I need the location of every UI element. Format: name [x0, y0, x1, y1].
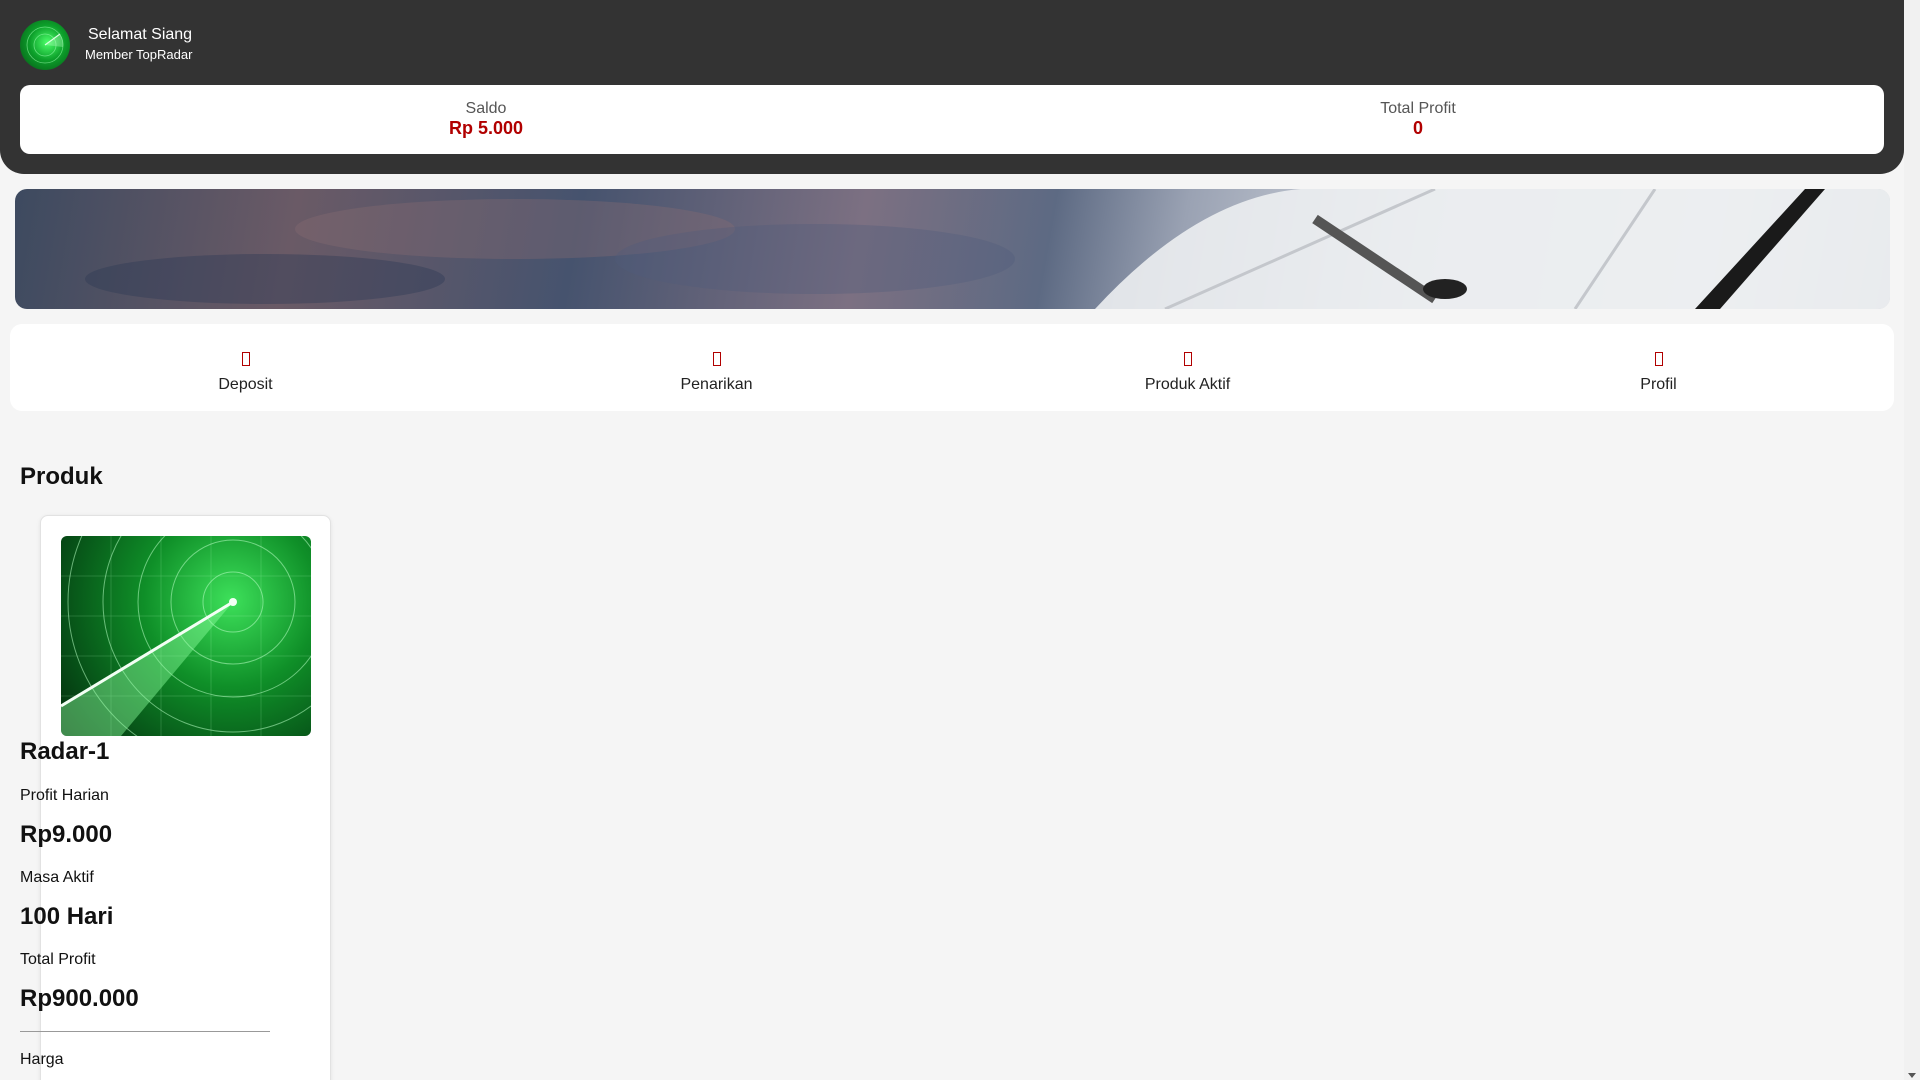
radar-logo-icon	[20, 20, 70, 70]
product-total-profit-label: Total Profit	[20, 951, 96, 968]
menu-penarikan-label: Penarikan	[680, 376, 753, 393]
daily-profit-value: Rp9.000	[20, 821, 113, 848]
saldo-value: Rp 5.000	[448, 118, 524, 138]
saldo-stat: Saldo Rp 5.000	[20, 85, 952, 154]
active-products-icon	[1183, 352, 1192, 366]
product-name: Radar-1	[20, 738, 110, 765]
header: Selamat Siang Member TopRadar Saldo Rp 5…	[0, 0, 1904, 174]
quick-menu: Deposit Penarikan Produk Aktif Profil	[10, 324, 1894, 411]
daily-profit-label: Profit Harian	[20, 787, 109, 804]
card-divider	[20, 1031, 270, 1032]
member-label: Member TopRadar	[85, 47, 193, 62]
price-label: Harga	[20, 1051, 64, 1068]
deposit-icon	[241, 352, 250, 366]
menu-deposit[interactable]: Deposit	[10, 324, 481, 411]
menu-profil[interactable]: Profil	[1423, 324, 1894, 411]
total-profit-stat: Total Profit 0	[952, 85, 1884, 154]
total-profit-value: 0	[1412, 118, 1423, 138]
profile-icon	[1654, 352, 1663, 366]
page: Selamat Siang Member TopRadar Saldo Rp 5…	[0, 0, 1904, 1080]
menu-penarikan[interactable]: Penarikan	[481, 324, 952, 411]
withdraw-icon	[712, 352, 721, 366]
menu-produk-aktif-label: Produk Aktif	[1144, 376, 1231, 393]
balance-card: Saldo Rp 5.000 Total Profit 0	[20, 85, 1884, 154]
greeting-text: Selamat Siang	[88, 26, 193, 43]
section-title-produk: Produk	[20, 463, 103, 490]
menu-produk-aktif[interactable]: Produk Aktif	[952, 324, 1423, 411]
product-total-profit-value: Rp900.000	[20, 985, 139, 1012]
menu-deposit-label: Deposit	[218, 376, 273, 393]
banner-image	[15, 189, 1890, 309]
menu-profil-label: Profil	[1640, 376, 1677, 393]
scroll-down-arrow-icon[interactable]	[1908, 1073, 1916, 1078]
saldo-label: Saldo	[465, 100, 507, 117]
active-period-label: Masa Aktif	[20, 869, 94, 886]
active-period-value: 100 Hari	[20, 903, 114, 930]
radar-product-image	[61, 536, 311, 736]
vertical-scrollbar[interactable]	[1904, 0, 1920, 1080]
total-profit-label: Total Profit	[1380, 100, 1456, 117]
